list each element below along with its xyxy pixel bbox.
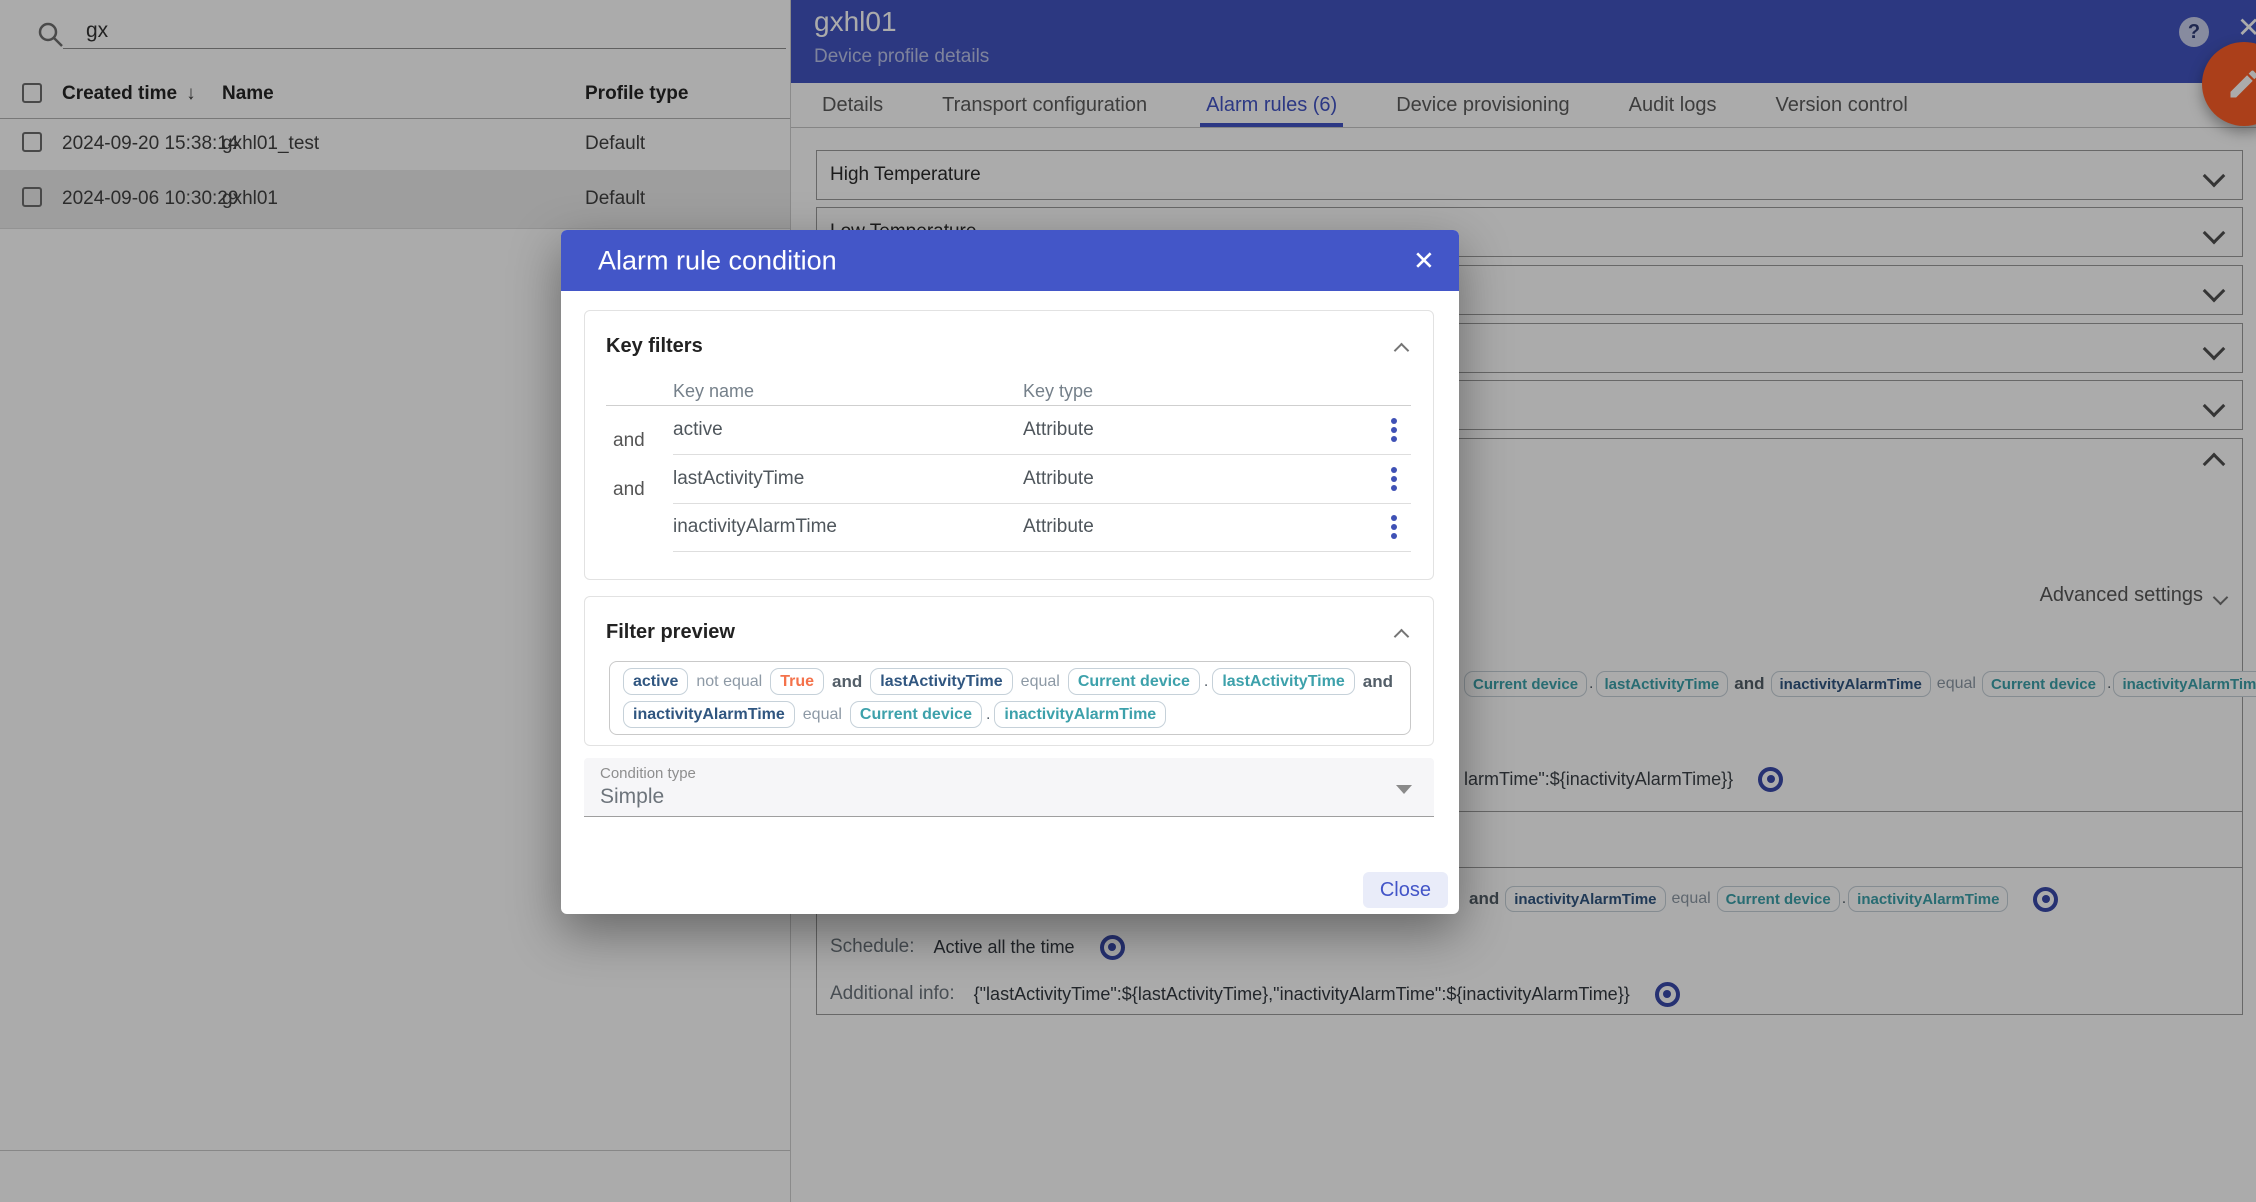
key-type-column-header: Key type (1023, 381, 1093, 402)
key-filters-title: Key filters (606, 335, 703, 358)
operator-label: not equal (696, 673, 762, 691)
filter-preview-line: activenot equalTrueandlastActivityTimeeq… (623, 668, 1397, 695)
key-filter-row[interactable]: active Attribute (673, 406, 1411, 455)
key-name-value: inactivityAlarmTime (673, 503, 837, 551)
condition-type-select[interactable]: Condition type Simple (584, 758, 1434, 817)
select-arrow-icon (1396, 785, 1412, 794)
filter-chip: inactivityAlarmTime (994, 701, 1166, 728)
and-connector-label: and (832, 672, 862, 692)
key-name-column-header: Key name (673, 381, 754, 402)
collapse-section-icon[interactable] (1394, 629, 1410, 645)
collapse-section-icon[interactable] (1394, 343, 1410, 359)
dialog-title: Alarm rule condition (598, 245, 837, 276)
condition-type-label: Condition type (600, 765, 696, 782)
key-filter-row[interactable]: inactivityAlarmTime Attribute (673, 503, 1411, 552)
key-filters-card: Key filters Key name Key type active Attr… (584, 310, 1434, 580)
key-type-value: Attribute (1023, 455, 1094, 503)
filter-preview-line: inactivityAlarmTimeequalCurrent device.i… (623, 701, 1397, 728)
key-type-value: Attribute (1023, 503, 1094, 551)
alarm-rule-condition-dialog: Alarm rule condition ✕ Key filters Key n… (561, 230, 1459, 914)
key-name-value: active (673, 406, 723, 454)
filter-chip: inactivityAlarmTime (623, 701, 795, 728)
filter-chip: True (770, 668, 824, 695)
filter-preview-card: Filter preview activenot equalTrueandlas… (584, 596, 1434, 746)
row-menu-icon[interactable] (1391, 476, 1397, 482)
operator-label: equal (803, 706, 842, 724)
dot-separator: . (986, 706, 990, 724)
condition-type-value: Simple (600, 785, 664, 809)
filter-chip: Current device (850, 701, 982, 728)
filter-chip: Current device (1068, 668, 1200, 695)
and-connector-label: and (1363, 672, 1393, 692)
dialog-close-icon[interactable]: ✕ (1413, 245, 1435, 276)
screen: gx Created time↓ Name Profile type 2024-… (0, 0, 2256, 1202)
key-filter-row[interactable]: lastActivityTime Attribute (673, 455, 1411, 504)
key-type-value: Attribute (1023, 406, 1094, 454)
row-menu-icon[interactable] (1391, 427, 1397, 433)
filter-chip: lastActivityTime (1212, 668, 1354, 695)
and-connector-label: and (613, 476, 645, 504)
filter-preview-title: Filter preview (606, 621, 735, 644)
dot-separator: . (1204, 673, 1208, 691)
filter-preview-box: activenot equalTrueandlastActivityTimeeq… (609, 661, 1411, 735)
operator-label: equal (1021, 673, 1060, 691)
and-connector-label: and (613, 427, 645, 455)
dialog-close-button[interactable]: Close (1363, 872, 1448, 908)
key-name-value: lastActivityTime (673, 455, 804, 503)
dialog-header: Alarm rule condition ✕ (561, 230, 1459, 291)
row-menu-icon[interactable] (1391, 524, 1397, 530)
filter-chip: active (623, 668, 688, 695)
filter-chip: lastActivityTime (870, 668, 1012, 695)
